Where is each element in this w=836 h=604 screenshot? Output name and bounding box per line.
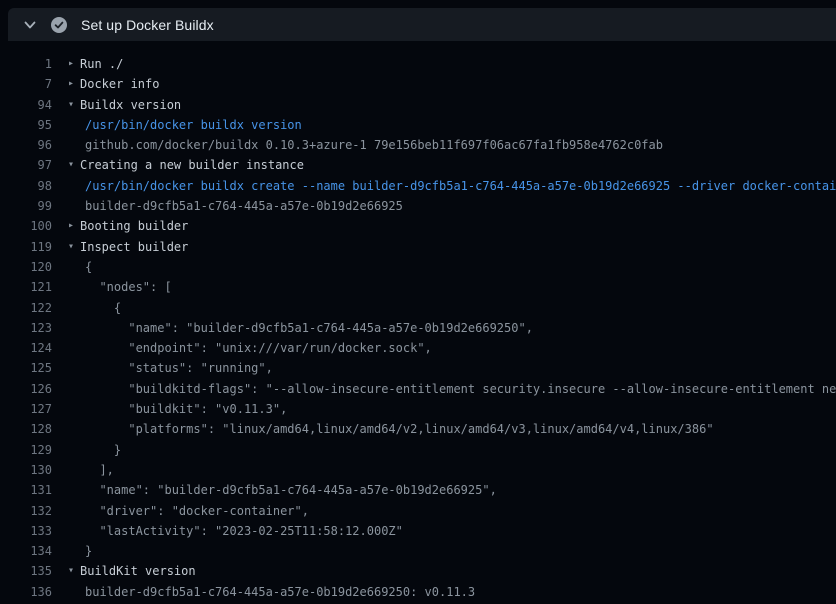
- log-text: builder-d9cfb5a1-c764-445a-a57e-0b19d2e6…: [68, 582, 475, 602]
- line-number[interactable]: 95: [0, 115, 52, 135]
- log-line: 125 "status": "running",: [0, 358, 836, 378]
- log-viewer: 1 ▸ Run ./ 7 ▸ Docker info 94 ▾ Buildx v…: [0, 41, 836, 604]
- group-toggle-icon: ▾: [68, 95, 80, 115]
- line-number[interactable]: 131: [0, 480, 52, 500]
- log-text: BuildKit version: [80, 561, 196, 581]
- log-text: "nodes": [: [68, 277, 172, 297]
- log-text: github.com/docker/buildx 0.10.3+azure-1 …: [68, 135, 663, 155]
- log-text: "platforms": "linux/amd64,linux/amd64/v2…: [68, 419, 714, 439]
- log-text: Booting builder: [80, 216, 188, 236]
- log-text: builder-d9cfb5a1-c764-445a-a57e-0b19d2e6…: [68, 196, 403, 216]
- log-line[interactable]: 119 ▾ Inspect builder: [0, 237, 836, 257]
- log-line[interactable]: 94 ▾ Buildx version: [0, 95, 836, 115]
- log-text: "driver": "docker-container",: [68, 501, 309, 521]
- group-toggle-icon: ▾: [68, 561, 80, 581]
- line-number[interactable]: 128: [0, 419, 52, 439]
- log-line: 127 "buildkit": "v0.11.3",: [0, 399, 836, 419]
- log-text: Inspect builder: [80, 237, 188, 257]
- log-line[interactable]: 135 ▾ BuildKit version: [0, 561, 836, 581]
- line-number[interactable]: 119: [0, 237, 52, 257]
- check-circle-icon: [51, 17, 67, 33]
- line-number[interactable]: 7: [0, 74, 52, 94]
- line-number[interactable]: 124: [0, 338, 52, 358]
- line-number[interactable]: 100: [0, 216, 52, 236]
- group-toggle-icon: ▸: [68, 54, 80, 74]
- line-number[interactable]: 1: [0, 54, 52, 74]
- log-line[interactable]: 97 ▾ Creating a new builder instance: [0, 155, 836, 175]
- log-text: Run ./: [80, 54, 123, 74]
- log-line: 133 "lastActivity": "2023-02-25T11:58:12…: [0, 521, 836, 541]
- log-text: Creating a new builder instance: [80, 155, 304, 175]
- line-number[interactable]: 121: [0, 277, 52, 297]
- log-text: /usr/bin/docker buildx create --name bui…: [68, 176, 836, 196]
- step-header[interactable]: Set up Docker Buildx: [8, 8, 836, 41]
- log-text: "status": "running",: [68, 358, 273, 378]
- log-text: "buildkit": "v0.11.3",: [68, 399, 287, 419]
- log-line: 129 }: [0, 440, 836, 460]
- log-line: 124 "endpoint": "unix:///var/run/docker.…: [0, 338, 836, 358]
- line-number[interactable]: 134: [0, 541, 52, 561]
- chevron-down-icon[interactable]: [22, 17, 38, 33]
- line-number[interactable]: 94: [0, 95, 52, 115]
- line-number[interactable]: 99: [0, 196, 52, 216]
- line-number[interactable]: 130: [0, 460, 52, 480]
- line-number[interactable]: 126: [0, 379, 52, 399]
- group-toggle-icon: ▸: [68, 216, 80, 236]
- log-text: Docker info: [80, 74, 159, 94]
- line-number[interactable]: 136: [0, 582, 52, 602]
- line-number[interactable]: 127: [0, 399, 52, 419]
- group-toggle-icon: ▾: [68, 237, 80, 257]
- log-text: "lastActivity": "2023-02-25T11:58:12.000…: [68, 521, 403, 541]
- log-text: "name": "builder-d9cfb5a1-c764-445a-a57e…: [68, 480, 497, 500]
- log-line: 123 "name": "builder-d9cfb5a1-c764-445a-…: [0, 318, 836, 338]
- log-line: 122 {: [0, 298, 836, 318]
- log-text: ],: [68, 460, 114, 480]
- line-number[interactable]: 122: [0, 298, 52, 318]
- log-text: Buildx version: [80, 95, 181, 115]
- group-toggle-icon: ▾: [68, 155, 80, 175]
- line-number[interactable]: 135: [0, 561, 52, 581]
- log-text: "name": "builder-d9cfb5a1-c764-445a-a57e…: [68, 318, 533, 338]
- log-line[interactable]: 7 ▸ Docker info: [0, 74, 836, 94]
- log-text: /usr/bin/docker buildx version: [68, 115, 302, 135]
- line-number[interactable]: 97: [0, 155, 52, 175]
- line-number[interactable]: 132: [0, 501, 52, 521]
- log-line[interactable]: 1 ▸ Run ./: [0, 54, 836, 74]
- line-number[interactable]: 133: [0, 521, 52, 541]
- line-number[interactable]: 129: [0, 440, 52, 460]
- log-line: 96 github.com/docker/buildx 0.10.3+azure…: [0, 135, 836, 155]
- log-lines: 1 ▸ Run ./ 7 ▸ Docker info 94 ▾ Buildx v…: [0, 54, 836, 602]
- line-number[interactable]: 98: [0, 176, 52, 196]
- line-number[interactable]: 96: [0, 135, 52, 155]
- log-text: }: [68, 440, 121, 460]
- log-line: 95 /usr/bin/docker buildx version: [0, 115, 836, 135]
- line-number[interactable]: 120: [0, 257, 52, 277]
- log-line: 130 ],: [0, 460, 836, 480]
- log-text: {: [68, 257, 92, 277]
- log-line: 98 /usr/bin/docker buildx create --name …: [0, 176, 836, 196]
- log-line: 120 {: [0, 257, 836, 277]
- log-line: 126 "buildkitd-flags": "--allow-insecure…: [0, 379, 836, 399]
- log-text: "endpoint": "unix:///var/run/docker.sock…: [68, 338, 432, 358]
- log-text: }: [68, 541, 92, 561]
- group-toggle-icon: ▸: [68, 74, 80, 94]
- log-line: 131 "name": "builder-d9cfb5a1-c764-445a-…: [0, 480, 836, 500]
- log-line[interactable]: 100 ▸ Booting builder: [0, 216, 836, 236]
- log-line: 134 }: [0, 541, 836, 561]
- log-line: 132 "driver": "docker-container",: [0, 501, 836, 521]
- log-text: {: [68, 298, 121, 318]
- log-text: "buildkitd-flags": "--allow-insecure-ent…: [68, 379, 836, 399]
- log-line: 99 builder-d9cfb5a1-c764-445a-a57e-0b19d…: [0, 196, 836, 216]
- step-title: Set up Docker Buildx: [81, 17, 214, 33]
- log-line: 121 "nodes": [: [0, 277, 836, 297]
- log-line: 136 builder-d9cfb5a1-c764-445a-a57e-0b19…: [0, 582, 836, 602]
- line-number[interactable]: 123: [0, 318, 52, 338]
- log-line: 128 "platforms": "linux/amd64,linux/amd6…: [0, 419, 836, 439]
- line-number[interactable]: 125: [0, 358, 52, 378]
